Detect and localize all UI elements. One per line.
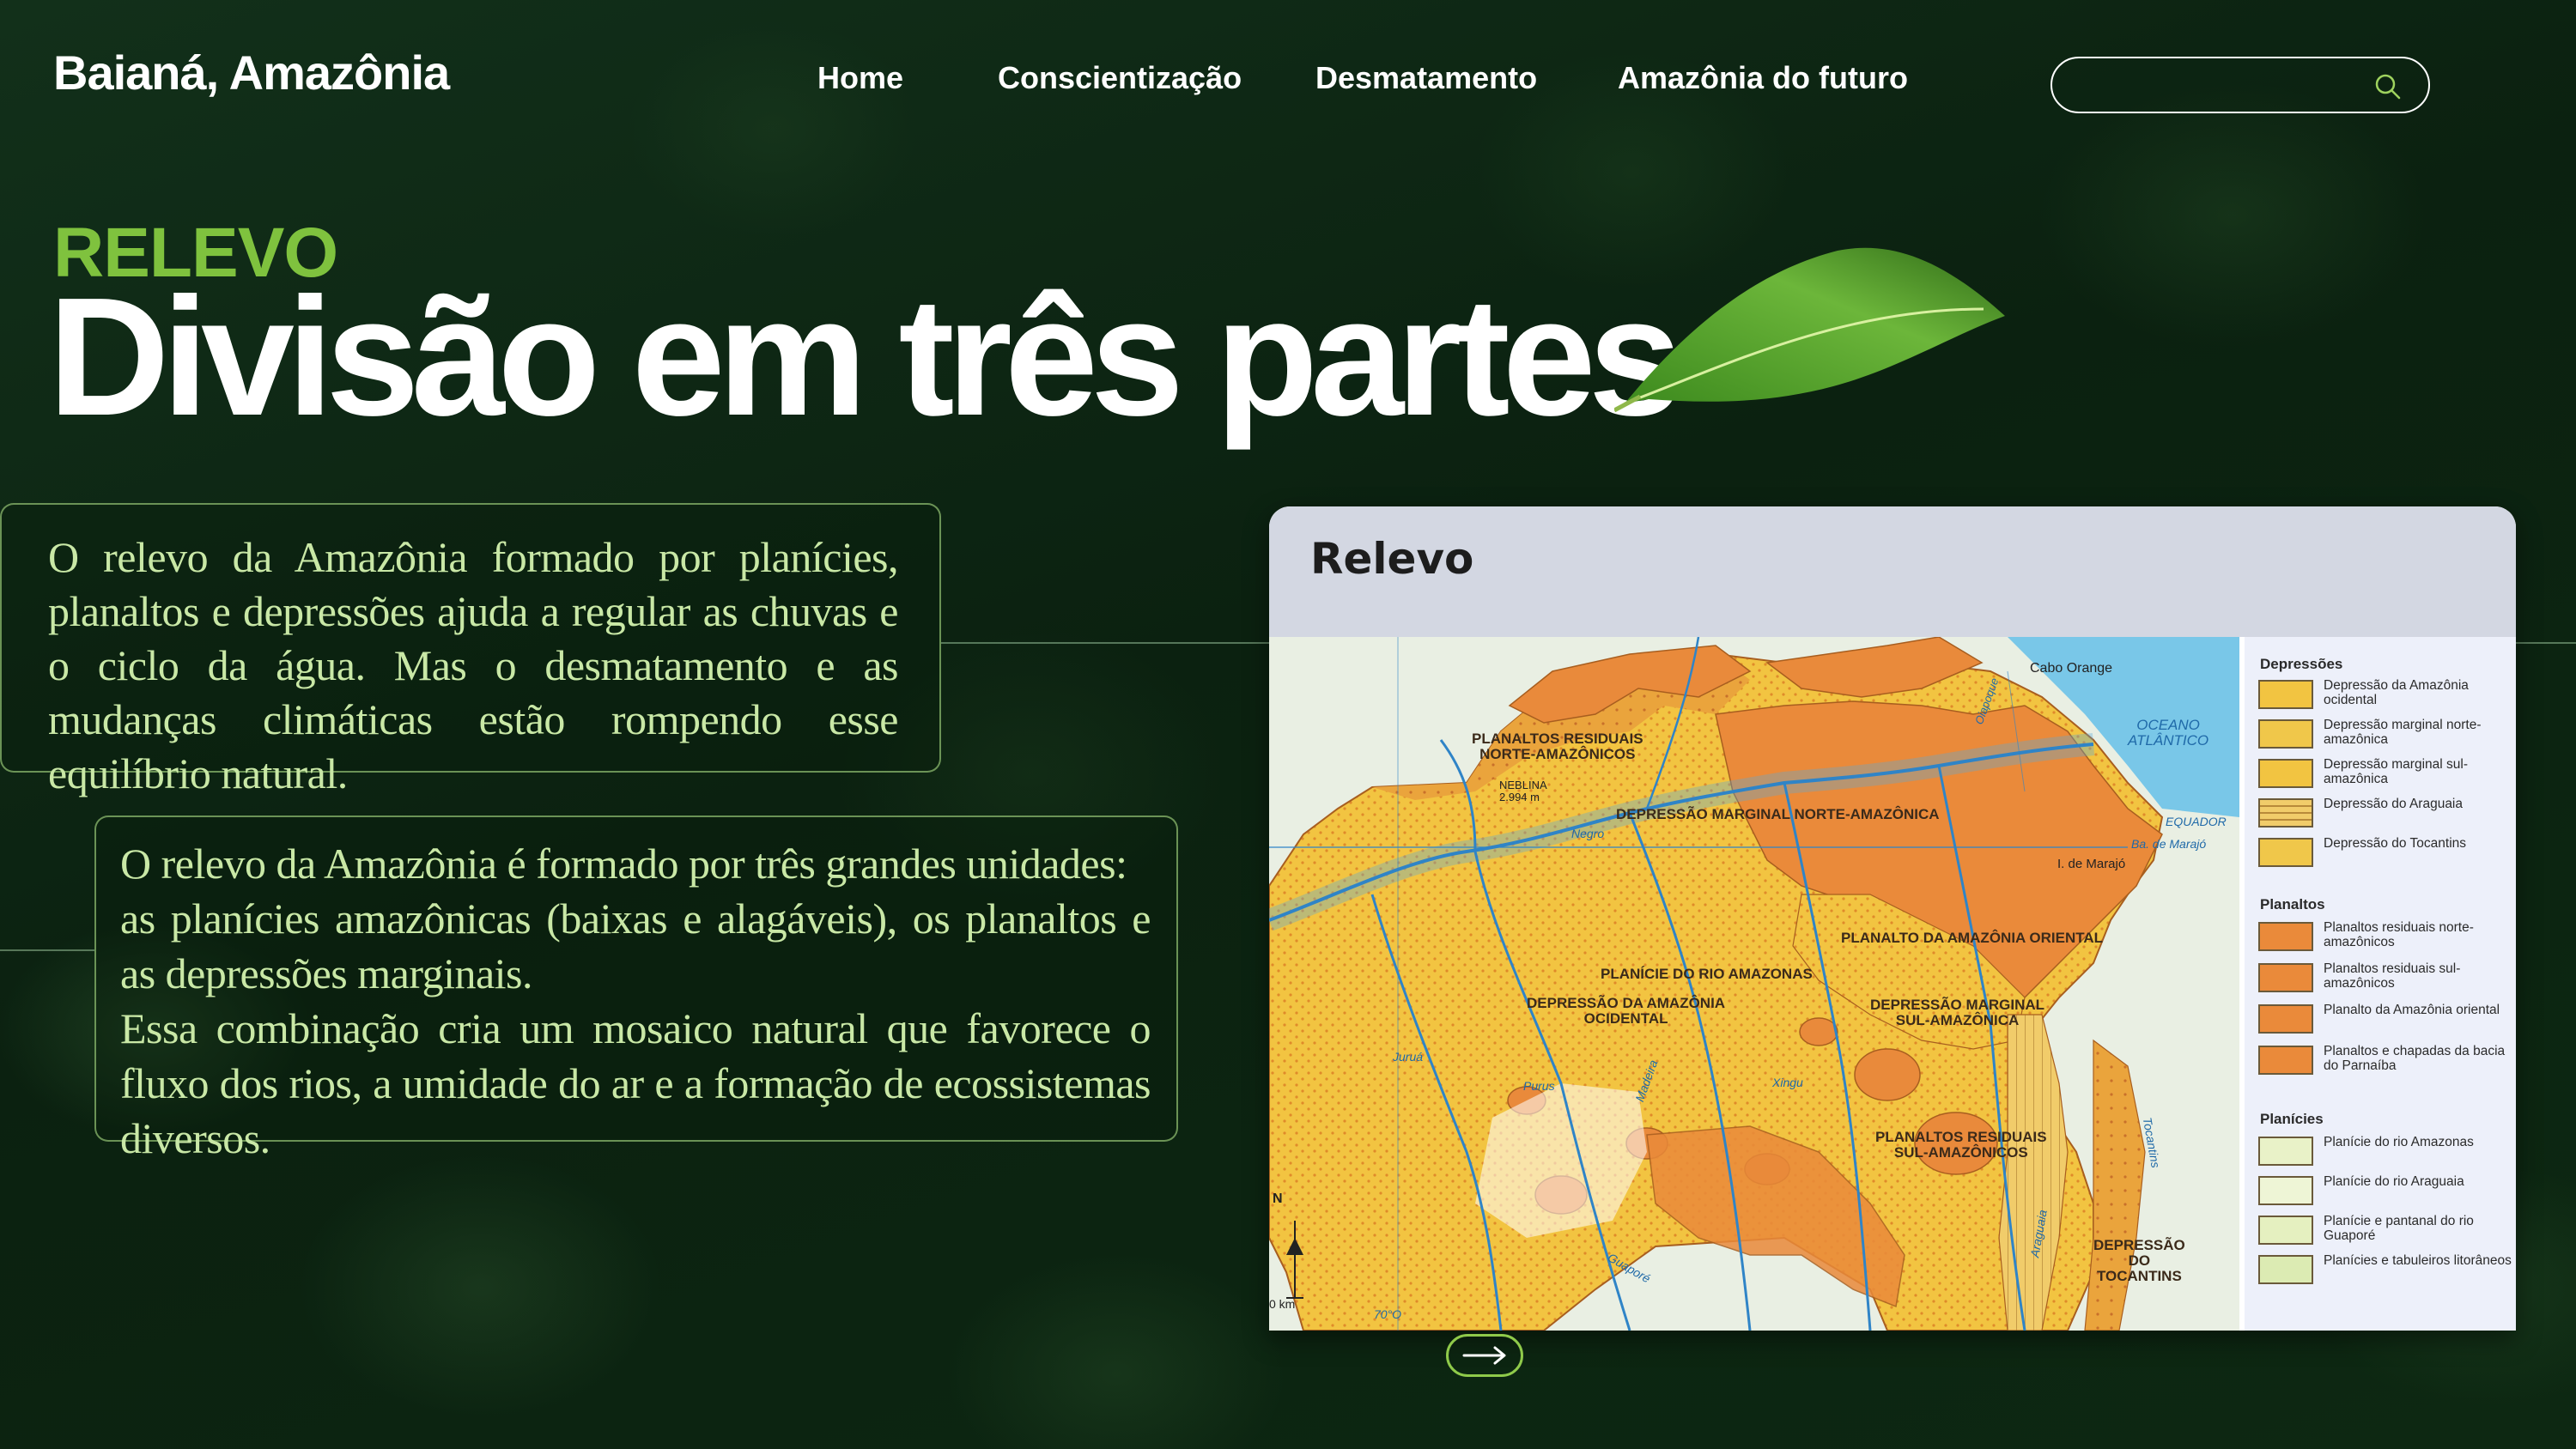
map-title: Relevo [1310, 534, 1474, 584]
map-label: Ba. de Marajó [2131, 837, 2207, 851]
map-label: NEBLINA 2.994 m [1499, 779, 1547, 803]
map-label: Juruá [1393, 1050, 1424, 1064]
relief-map [1269, 637, 2239, 1331]
search-icon[interactable] [2373, 72, 2403, 101]
map-label: N [1273, 1191, 1283, 1206]
map-label: DEPRESSÃO MARGINAL SUL-AMAZÔNICA [1870, 997, 2045, 1028]
divider-line [0, 949, 94, 951]
map-label: 70°O [1374, 1307, 1402, 1321]
map-label: Purus [1523, 1079, 1555, 1093]
legend-section-title: Planícies [2260, 1111, 2324, 1127]
map-label: I. de Marajó [2057, 857, 2126, 871]
map-label: Cabo Orange [2030, 661, 2113, 676]
page-title: Divisão em três partes [48, 263, 1682, 451]
map-label: OCEANO ATLÂNTICO [2128, 717, 2209, 749]
map-legend: Depressões Depressão da Amazônia ocident… [2245, 637, 2516, 1331]
map-label: EQUADOR [2166, 815, 2227, 828]
map-label: PLANALTOS RESIDUAIS NORTE-AMAZÔNICOS [1472, 731, 1643, 762]
nav-home[interactable]: Home [817, 60, 903, 96]
nav-conscientizacao[interactable]: Conscientização [998, 60, 1242, 96]
map-label: PLANALTOS RESIDUAIS SUL-AMAZÔNICOS [1875, 1129, 2047, 1161]
map-label: 0 km [1269, 1297, 1296, 1311]
divider-line [941, 642, 1269, 644]
map-label: DEPRESSÃO DO TOCANTINS [2093, 1237, 2185, 1284]
info-box-2: O relevo da Amazônia é formado por três … [94, 815, 1178, 1162]
map-label: Xingu [1772, 1076, 1803, 1089]
map-label: Negro [1571, 827, 1605, 840]
legend-section-title: Depressões [2260, 656, 2343, 672]
relief-map-card: Relevo PLANALTOS RESIDUAIS NORTE-AMAZÔNI… [1269, 506, 2516, 1331]
nav-desmatamento[interactable]: Desmatamento [1315, 60, 1537, 96]
nav-amazonia-do-futuro[interactable]: Amazônia do futuro [1618, 60, 1908, 96]
leaf-image [1614, 247, 2005, 413]
paragraph-1: O relevo da Amazônia formado por planíci… [48, 533, 899, 797]
site-logo[interactable]: Baianá, Amazônia [53, 45, 450, 100]
search-box [2050, 57, 2430, 113]
divider-line [2516, 642, 2576, 644]
map-label: PLANALTO DA AMAZÔNIA ORIENTAL [1841, 930, 2104, 946]
next-button[interactable] [1446, 1334, 1523, 1377]
map-label: DEPRESSÃO MARGINAL NORTE-AMAZÔNICA [1616, 806, 1940, 822]
info-box-1: O relevo da Amazônia formado por planíci… [0, 503, 941, 797]
legend-section-title: Planaltos [2260, 896, 2325, 912]
paragraph-2: O relevo da Amazônia é formado por três … [120, 840, 1151, 1162]
map-label: DEPRESSÃO DA AMAZÔNIA OCIDENTAL [1527, 995, 1726, 1027]
arrow-right-icon [1462, 1346, 1506, 1365]
map-header: Relevo [1269, 506, 2516, 637]
map-label: PLANÍCIE DO RIO AMAZONAS [1601, 966, 1813, 982]
search-input[interactable] [2078, 65, 2365, 106]
